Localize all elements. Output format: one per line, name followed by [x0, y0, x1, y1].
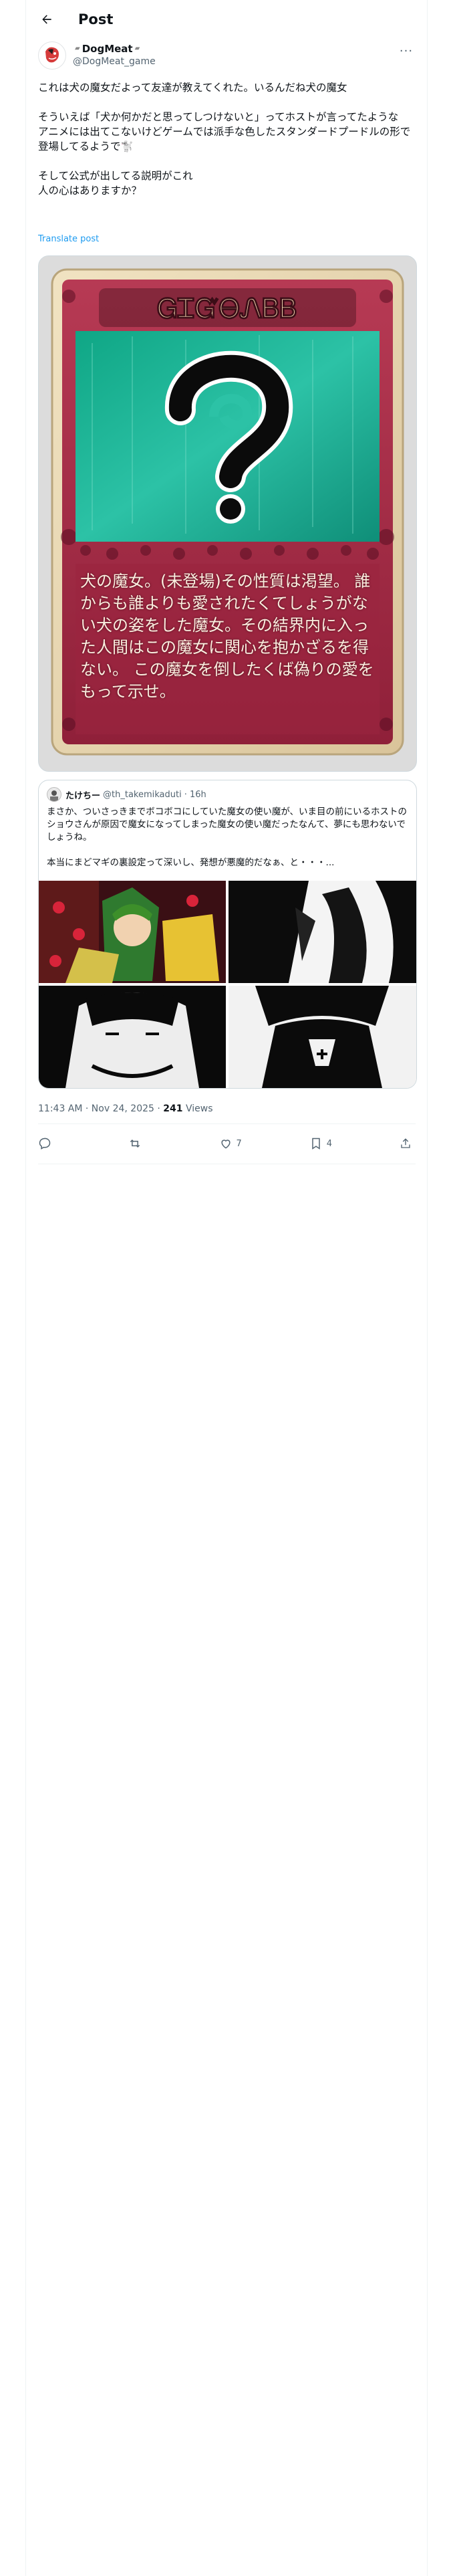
divider — [38, 1123, 416, 1124]
quoted-image-1[interactable] — [39, 881, 226, 983]
translate-post-link[interactable]: Translate post — [38, 234, 99, 244]
top-bar: Post — [26, 0, 427, 39]
bookmark-icon — [312, 1138, 320, 1150]
share-icon — [401, 1138, 410, 1148]
like-count: 7 — [236, 1138, 242, 1149]
main-column: Post ▰ DogMeat ▰ @DogMeat_game ··· これは犬の… — [25, 0, 428, 2576]
like-button[interactable]: 7 — [219, 1137, 279, 1150]
quoted-text: まさか、ついさっきまでボコボコにしていた魔女の使い魔が、いま目の前にいるホストの… — [47, 807, 408, 868]
card-banner-text: ᏀᏆᏳᎾᏁᏴᏴ — [157, 293, 297, 324]
card-description: 犬の魔女。(未登場)その性質は渇望。 誰からも誰よりも愛されたくてしょうがない犬… — [80, 572, 374, 701]
share-button[interactable] — [400, 1137, 416, 1150]
emblem-icon: ▰ — [134, 45, 140, 52]
emblem-icon: ▰ — [75, 45, 80, 52]
avatar-figure-icon — [47, 788, 61, 801]
witch-card-illustration: ᏀᏆᏳᎾᏁᏴᏴ 犬の魔女。(未登場)その性質は渇望。 誰からも誰よりも愛されたく… — [39, 256, 416, 771]
quoted-image-4[interactable] — [229, 986, 416, 1088]
post-author: ▰ DogMeat ▰ @DogMeat_game ··· — [38, 41, 416, 72]
back-button[interactable] — [35, 8, 58, 31]
quoted-image-2[interactable] — [229, 881, 416, 983]
quoted-display-name: たけちー — [65, 790, 101, 801]
quoted-media-grid — [39, 881, 416, 1088]
quoted-handle: @th_takemikaduti — [103, 789, 182, 800]
page-title: Post — [78, 11, 114, 27]
quoted-post[interactable]: たけちー @th_takemikaduti · 16h まさか、ついさっきまでボ… — [38, 780, 417, 1089]
post-metadata: 11:43 AM · Nov 24, 2025 · 241 Views — [38, 1103, 212, 1114]
arrow-left-icon — [42, 15, 51, 24]
more-options-button[interactable]: ··· — [397, 44, 416, 60]
repost-icon — [130, 1139, 140, 1148]
reply-icon — [39, 1138, 51, 1150]
display-name-text: DogMeat — [82, 43, 133, 55]
action-bar: 7 4 — [38, 1127, 416, 1160]
reply-button[interactable] — [38, 1137, 98, 1150]
monochrome-face-illustration — [39, 986, 226, 1088]
avatar[interactable] — [38, 41, 66, 70]
quoted-post-header: たけちー @th_takemikaduti · 16h — [47, 787, 206, 802]
colorful-scene-illustration — [39, 881, 226, 983]
quoted-image-3[interactable] — [39, 986, 226, 1088]
author-handle[interactable]: @DogMeat_game — [73, 55, 156, 68]
more-dots-icon: ··· — [399, 44, 414, 58]
post-image[interactable]: ᏀᏆᏳᎾᏁᏴᏴ 犬の魔女。(未登場)その性質は渇望。 誰からも誰よりも愛されたく… — [38, 255, 417, 772]
author-names: ▰ DogMeat ▰ @DogMeat_game — [73, 43, 156, 68]
bookmark-button[interactable]: 4 — [309, 1137, 369, 1150]
bookmark-count: 4 — [326, 1138, 333, 1149]
monochrome-figure-illustration — [229, 986, 416, 1088]
repost-button[interactable] — [128, 1137, 188, 1150]
monochrome-silhouette-illustration — [229, 881, 416, 983]
views-label: Views — [182, 1103, 213, 1114]
quoted-time: · 16h — [184, 789, 206, 800]
dog-logo-icon — [39, 43, 65, 68]
post-text: これは犬の魔女だよって友達が教えてくれた。いるんだね犬の魔女 そういえば「犬か何… — [38, 82, 411, 197]
views-count: 241 — [163, 1103, 183, 1114]
quoted-avatar — [47, 787, 61, 802]
post-timestamp[interactable]: 11:43 AM · Nov 24, 2025 · — [38, 1103, 163, 1114]
display-name[interactable]: ▰ DogMeat ▰ — [73, 43, 156, 55]
heart-icon — [220, 1140, 231, 1149]
